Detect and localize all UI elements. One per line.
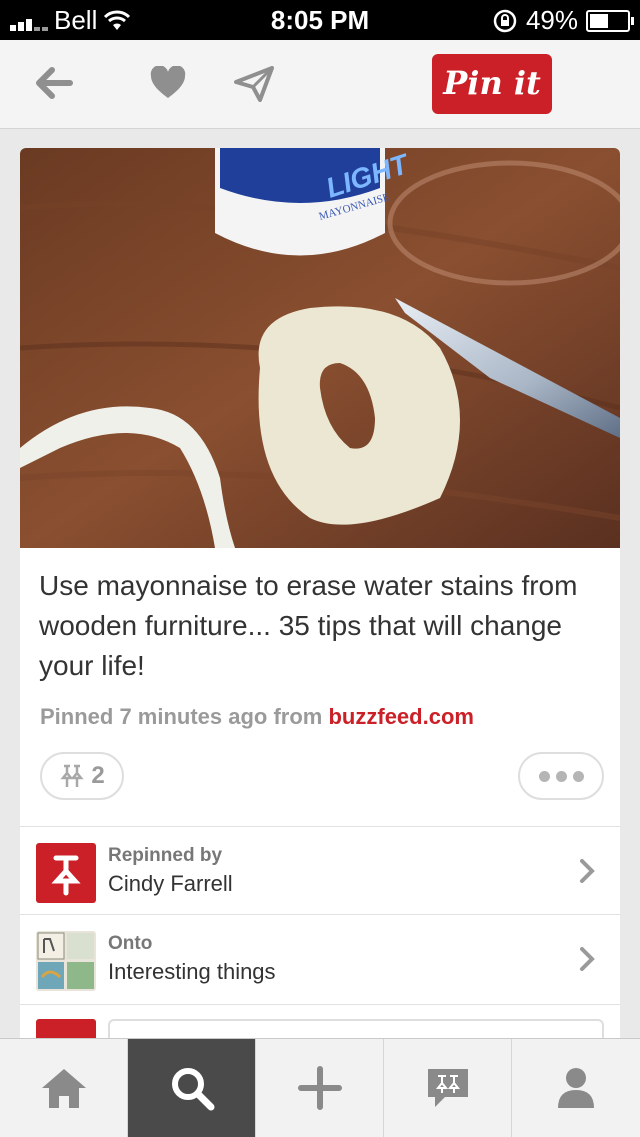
- more-dot-icon: [538, 770, 550, 782]
- board-name[interactable]: Interesting things: [108, 959, 276, 985]
- more-dot-icon: [572, 770, 584, 782]
- add-icon: [297, 1066, 342, 1110]
- chevron-right-icon: [580, 947, 595, 971]
- repin-count-button[interactable]: 2: [40, 752, 124, 800]
- pin-image[interactable]: LIGHT MAYONNAISE: [20, 148, 620, 548]
- more-dot-icon: [555, 770, 567, 782]
- tab-bar: [0, 1038, 640, 1137]
- profile-icon: [558, 1068, 594, 1108]
- pin-it-button[interactable]: Pin it: [432, 54, 552, 114]
- home-icon: [41, 1069, 86, 1108]
- tab-add[interactable]: [256, 1039, 384, 1137]
- repinned-by-thumbnail: [36, 843, 96, 903]
- battery-percent: 49%: [525, 5, 578, 35]
- board-thumbnail: [36, 931, 96, 991]
- heart-icon[interactable]: [150, 66, 186, 100]
- status-right: 49%: [492, 5, 634, 36]
- send-icon[interactable]: [234, 66, 274, 102]
- more-options-button[interactable]: [518, 752, 604, 800]
- rotation-lock-icon: [493, 9, 517, 32]
- tab-search[interactable]: [128, 1039, 256, 1137]
- news-icon: [427, 1069, 468, 1107]
- repin-count: 2: [91, 762, 105, 789]
- repinned-by-name[interactable]: Cindy Farrell: [108, 871, 233, 897]
- onto-board-row[interactable]: Onto Interesting things: [20, 914, 620, 1001]
- repin-icon: [60, 764, 84, 787]
- pin-meta: Pinned 7 minutes ago from buzzfeed.com: [40, 704, 474, 730]
- source-link[interactable]: buzzfeed.com: [328, 704, 473, 729]
- onto-label: Onto: [108, 933, 153, 954]
- tab-profile[interactable]: [512, 1039, 640, 1137]
- top-nav: Pin it: [0, 40, 640, 129]
- battery-icon: [586, 9, 634, 32]
- back-arrow-icon[interactable]: [32, 62, 74, 104]
- pin-description: Use mayonnaise to erase water stains fro…: [39, 570, 578, 681]
- repinned-by-label: Repinned by: [108, 845, 223, 866]
- chevron-right-icon: [580, 859, 595, 883]
- status-bar: Bell 8:05 PM 49%: [0, 0, 640, 40]
- tab-news[interactable]: [384, 1039, 512, 1137]
- pin-card: LIGHT MAYONNAISE Use mayonnaise to erase…: [20, 148, 620, 1048]
- pushpin-icon: [51, 855, 81, 896]
- search-icon: [171, 1068, 214, 1111]
- pin-meta-prefix: Pinned 7 minutes ago from: [40, 704, 329, 729]
- tab-home[interactable]: [0, 1039, 128, 1137]
- repinned-by-row[interactable]: Repinned by Cindy Farrell: [20, 826, 620, 913]
